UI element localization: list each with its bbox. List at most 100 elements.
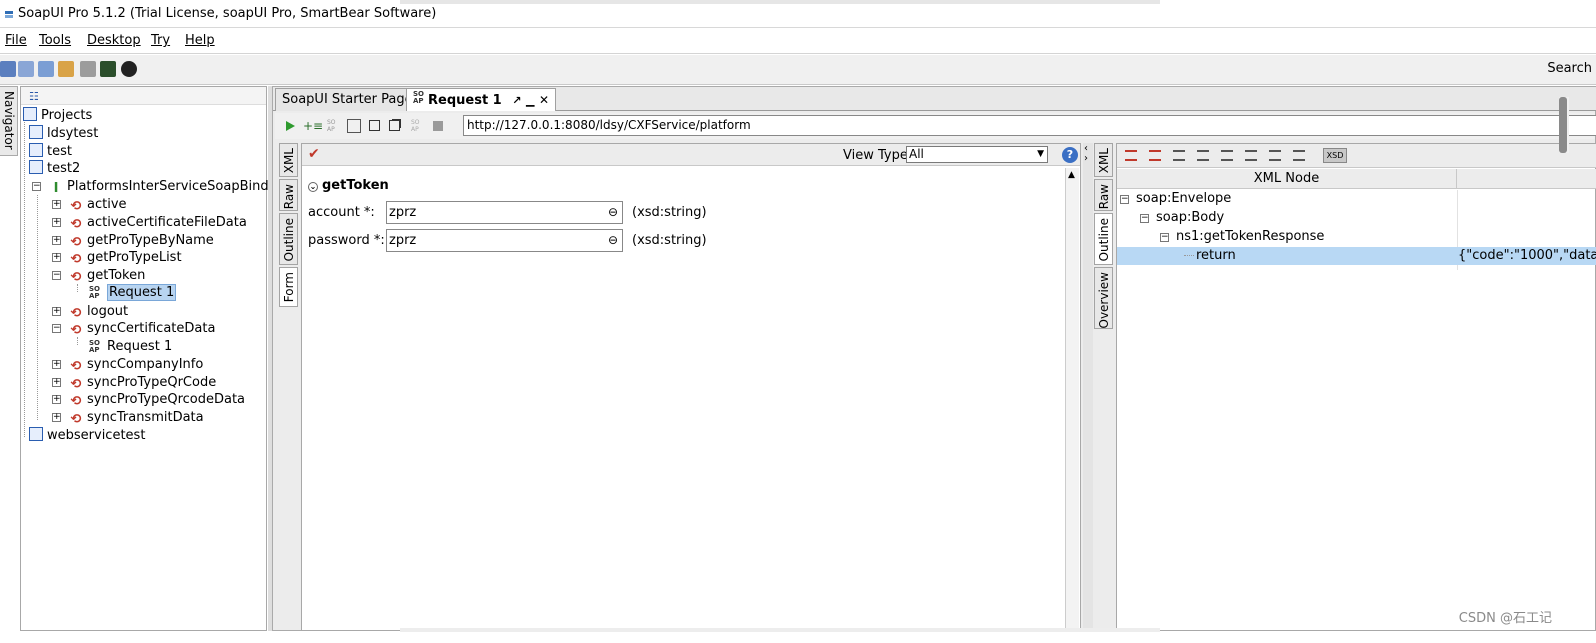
align-icon[interactable] <box>1197 150 1209 161</box>
undock-icon[interactable]: ↗ <box>512 94 521 107</box>
menu-desktop[interactable]: Desktop <box>87 33 141 48</box>
tree-operation-getprotypebyname[interactable]: ⟲ getProTypeByName <box>69 232 214 250</box>
align-icon[interactable] <box>1173 150 1185 161</box>
tree-operation-active[interactable]: ⟲ active <box>69 196 127 214</box>
expand-icon[interactable]: + <box>52 360 61 369</box>
collapse-section-icon[interactable]: ⌄ <box>308 182 318 192</box>
editor-splitter[interactable]: ‹ › <box>1083 143 1093 631</box>
tree-operation-syncprotypeqrcode[interactable]: ⟲ syncProTypeQrCode <box>69 374 217 392</box>
form-scrollbar[interactable]: ▲ <box>1065 168 1079 630</box>
expand-icon[interactable]: + <box>52 218 61 227</box>
view-type-select[interactable]: All ▼ <box>906 146 1048 163</box>
tree-operation-syncprotypeqrcodedata[interactable]: ⟲ syncProTypeQrcodeData <box>69 391 245 409</box>
tab-request-1[interactable]: SO AP Request 1 ↗ ▁ ✕ <box>406 88 557 111</box>
tab-overview[interactable]: Overview <box>1094 267 1113 329</box>
tree-operation-synctransmitdata[interactable]: ⟲ syncTransmitData <box>69 409 204 427</box>
run-icon[interactable] <box>283 119 297 133</box>
proxy-icon[interactable] <box>100 61 116 77</box>
clear-field-icon[interactable]: ⊖ <box>608 202 618 223</box>
menu-try[interactable]: Try <box>151 33 170 48</box>
tree-operation-getprotypelist[interactable]: ⟲ getProTypeList <box>69 249 182 267</box>
xsd-icon[interactable]: XSD <box>1323 148 1347 163</box>
create-test-case-icon[interactable]: SO AP <box>327 119 341 133</box>
tree-operation-synccompanyinfo[interactable]: ⟲ syncCompanyInfo <box>69 356 204 374</box>
forum-icon[interactable] <box>58 61 74 77</box>
align-icon[interactable] <box>1125 150 1137 161</box>
xml-node-row-selected[interactable]: return {"code":"1000","data <box>1117 247 1596 265</box>
collapse-icon[interactable]: − <box>52 271 61 280</box>
new-project-icon[interactable] <box>0 61 16 77</box>
chevron-right-icon[interactable]: › <box>1084 153 1088 164</box>
xml-node-row[interactable]: − soap:Envelope <box>1117 190 1596 208</box>
expand-icon[interactable]: + <box>52 395 61 404</box>
expand-icon[interactable]: + <box>52 307 61 316</box>
stop-icon[interactable] <box>433 121 443 131</box>
vertical-scrollbar[interactable] <box>1559 97 1569 153</box>
navigator-tab[interactable]: Navigator <box>0 86 18 156</box>
tab-raw[interactable]: Raw <box>1094 179 1113 211</box>
minimize-icon[interactable]: ▁ <box>526 94 534 107</box>
password-field[interactable]: zprz ⊖ <box>386 229 623 252</box>
tree-operation-activecertificatefiledata[interactable]: ⟲ activeCertificateFileData <box>69 214 247 232</box>
move-up-icon[interactable] <box>1245 150 1257 161</box>
validate-icon[interactable]: ✔ <box>308 146 320 162</box>
indent-icon[interactable] <box>1269 150 1281 161</box>
help-icon[interactable]: ? <box>1062 147 1078 163</box>
close-icon[interactable]: ✕ <box>539 93 549 107</box>
tab-form[interactable]: Form <box>279 267 298 307</box>
soap-disabled-icon[interactable]: SO AP <box>411 119 425 133</box>
scrollbar-thumb[interactable] <box>1559 97 1567 153</box>
import-project-icon[interactable] <box>18 61 34 77</box>
menu-help[interactable]: Help <box>185 33 215 48</box>
tree-request-gettoken[interactable]: SO AP Request 1 <box>89 284 177 302</box>
expand-icon[interactable]: + <box>52 253 61 262</box>
tab-xml[interactable]: XML <box>1094 143 1113 177</box>
collapse-icon[interactable]: − <box>1160 233 1169 242</box>
tree-operation-synccertificatedata[interactable]: ⟲ syncCertificateData <box>69 320 216 338</box>
copy-icon[interactable] <box>389 120 400 131</box>
search-label[interactable]: Search <box>1547 61 1592 76</box>
add-assertion-icon[interactable]: +≡ <box>303 119 323 133</box>
tab-outline[interactable]: Outline <box>1094 213 1113 265</box>
move-down-icon[interactable] <box>1221 150 1233 161</box>
tree-interface[interactable]: I PlatformsInterServiceSoapBinding <box>49 178 289 196</box>
collapse-icon[interactable]: − <box>1120 195 1129 204</box>
tree-request-synccertificatedata[interactable]: SO AP Request 1 <box>89 338 172 356</box>
tab-xml[interactable]: XML <box>279 143 298 177</box>
tab-raw[interactable]: Raw <box>279 179 298 211</box>
tree-project-test2[interactable]: test2 <box>29 160 80 178</box>
expand-icon[interactable]: + <box>52 200 61 209</box>
save-all-icon[interactable] <box>38 61 54 77</box>
collapse-icon[interactable]: − <box>32 182 41 191</box>
collapse-icon[interactable]: − <box>1140 214 1149 223</box>
collapse-icon[interactable]: − <box>52 324 61 333</box>
endpoint-url-field[interactable]: http://127.0.0.1:8080/ldsy/CXFService/pl… <box>463 115 1596 136</box>
exit-icon[interactable] <box>121 61 137 77</box>
tab-starter-page[interactable]: SoapUI Starter Page <box>275 88 420 111</box>
expand-icon[interactable]: + <box>52 236 61 245</box>
menu-tools[interactable]: Tools <box>39 33 71 48</box>
maximize-icon[interactable] <box>369 120 380 131</box>
expand-icon[interactable]: + <box>52 413 61 422</box>
menu-file[interactable]: File <box>5 33 27 48</box>
tab-outline[interactable]: Outline <box>279 213 298 265</box>
xml-node-row[interactable]: − soap:Body <box>1117 209 1596 227</box>
tile-icon[interactable] <box>347 119 361 133</box>
account-field[interactable]: zprz ⊖ <box>386 201 623 224</box>
align-icon[interactable] <box>1149 150 1161 161</box>
scroll-up-icon[interactable]: ▲ <box>1068 170 1075 180</box>
tree-operation-gettoken[interactable]: ⟲ getToken <box>69 267 146 285</box>
outdent-icon[interactable] <box>1293 150 1305 161</box>
xml-node-row[interactable]: − ns1:getTokenResponse <box>1117 228 1596 246</box>
expand-icon[interactable]: + <box>52 378 61 387</box>
list-view-icon[interactable]: ☷ <box>29 90 39 103</box>
tree-project-ldsytest[interactable]: ldsytest <box>29 125 98 143</box>
tree-project-webservicetest[interactable]: webservicetest <box>29 427 145 445</box>
tree-project-test[interactable]: test <box>29 143 72 161</box>
xml-node-header[interactable]: XML Node <box>1117 169 1457 189</box>
preferences-icon[interactable] <box>80 61 96 77</box>
tree-operation-logout[interactable]: ⟲ logout <box>69 303 129 321</box>
tree-root-projects[interactable]: Projects <box>23 107 92 125</box>
clear-field-icon[interactable]: ⊖ <box>608 230 618 251</box>
section-title[interactable]: ⌄ getToken <box>308 178 389 193</box>
